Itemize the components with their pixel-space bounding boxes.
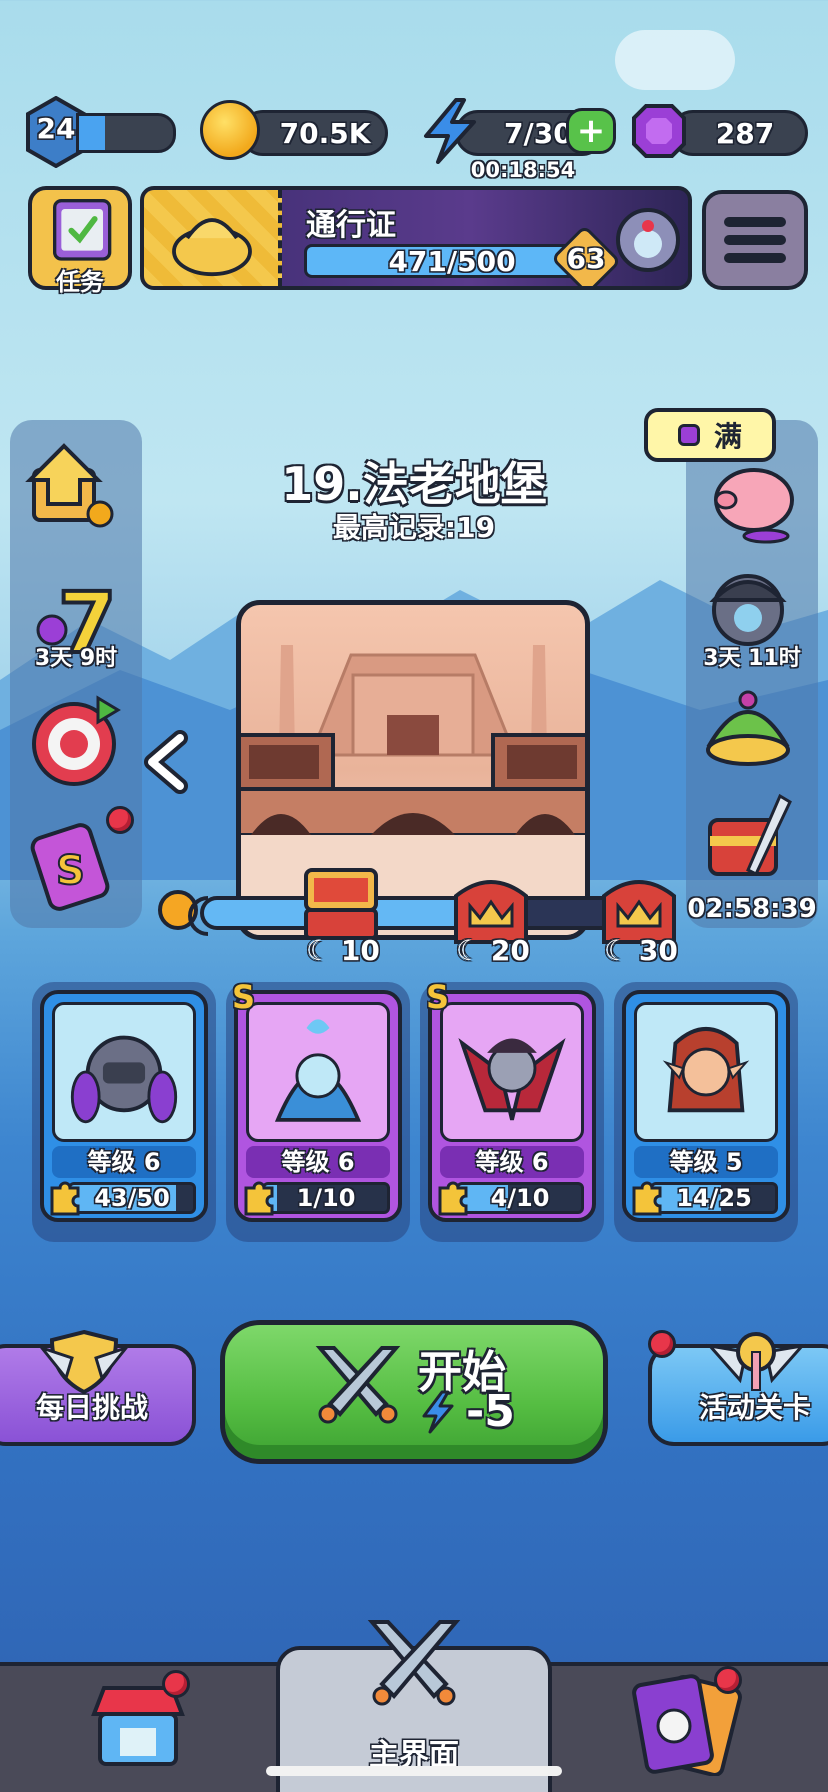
knight-portrait-icon bbox=[616, 208, 680, 272]
stage-record: 最高记录:19 bbox=[332, 511, 496, 544]
treasure-timer: 02:58:39 bbox=[687, 894, 817, 924]
chest-opened-icon[interactable] bbox=[300, 858, 382, 940]
hero-card[interactable]: 等级 6 4/10 bbox=[428, 990, 596, 1222]
hero-level: 等级 6 bbox=[440, 1146, 584, 1178]
xp-bar bbox=[76, 113, 176, 153]
crossed-swords-icon bbox=[367, 1620, 461, 1706]
hero-slot[interactable]: 等级 5 14/25 bbox=[614, 982, 798, 1242]
energy-timer: 00:18:54 bbox=[470, 158, 576, 182]
pass-bag-icon bbox=[172, 218, 252, 277]
coin-amount: 70.5K bbox=[279, 116, 371, 150]
hero-shard-count: 4/10 bbox=[490, 1184, 550, 1212]
chest-threshold-value: 20 bbox=[490, 934, 530, 967]
stage-title: 19.法老地堡 bbox=[281, 457, 547, 511]
chest-threshold: ☾ 30 bbox=[604, 934, 678, 967]
hero-level: 等级 6 bbox=[246, 1146, 390, 1178]
chest-threshold: ☾ 10 bbox=[306, 934, 380, 967]
gem-amount: 287 bbox=[715, 116, 775, 150]
target-icon[interactable] bbox=[26, 694, 122, 790]
stage-card[interactable] bbox=[236, 600, 590, 940]
pirate-event-timer: 3天 11时 bbox=[703, 646, 801, 671]
gem-balance[interactable]: 287 bbox=[670, 110, 808, 156]
hero-slot[interactable]: 等级 6 4/10 bbox=[420, 982, 604, 1242]
hero-card[interactable]: 等级 5 14/25 bbox=[622, 990, 790, 1222]
hero-shard-count: 43/50 bbox=[94, 1184, 170, 1212]
start-button[interactable] bbox=[220, 1320, 608, 1464]
notification-dot bbox=[714, 1666, 742, 1694]
hero-slot[interactable]: 等级 6 43/50 bbox=[32, 982, 216, 1242]
notification-dot bbox=[648, 1330, 676, 1358]
chest-threshold: ☾ 20 bbox=[456, 934, 530, 967]
sun-moon-icon bbox=[158, 890, 209, 936]
pass-title: 通行证 bbox=[306, 208, 396, 243]
menu-button[interactable] bbox=[702, 190, 808, 290]
hero-portrait bbox=[246, 1002, 390, 1142]
puzzle-piece-icon bbox=[244, 1181, 274, 1216]
puzzle-piece-icon bbox=[50, 1181, 80, 1216]
lightning-icon bbox=[424, 98, 476, 164]
crossed-swords-icon bbox=[315, 1346, 401, 1424]
hero-shard-count: 14/25 bbox=[676, 1184, 752, 1212]
gem-icon bbox=[632, 104, 686, 158]
notification-dot bbox=[106, 806, 134, 834]
hero-card[interactable]: 等级 6 43/50 bbox=[40, 990, 208, 1222]
s-card-icon[interactable]: S bbox=[26, 818, 122, 914]
puzzle-piece-icon bbox=[632, 1181, 662, 1216]
pharaoh-temple-image bbox=[241, 645, 585, 935]
chest-threshold-value: 10 bbox=[340, 934, 380, 967]
home-indicator bbox=[266, 1766, 562, 1776]
menu-icon-line bbox=[724, 253, 786, 263]
hero-shard-count: 1/10 bbox=[296, 1184, 356, 1212]
menu-icon-line bbox=[724, 235, 786, 245]
start-energy-cost: -5 bbox=[466, 1386, 515, 1437]
cake-icon[interactable] bbox=[700, 680, 796, 776]
energy-amount: 7/30 bbox=[504, 116, 573, 150]
notification-dot bbox=[162, 1670, 190, 1698]
tasks-label: 任务 bbox=[56, 268, 104, 296]
chevron-left-icon[interactable] bbox=[140, 730, 190, 794]
add-energy-button[interactable]: + bbox=[566, 108, 616, 154]
hero-level: 等级 6 bbox=[52, 1146, 196, 1178]
hero-slot[interactable]: 等级 6 1/10 bbox=[226, 982, 410, 1242]
treasure-sword-icon[interactable] bbox=[700, 790, 796, 886]
vampire-icon bbox=[458, 1038, 566, 1121]
crown-coin-icon bbox=[200, 100, 260, 160]
player-level: 24 bbox=[36, 112, 76, 145]
hero-level: 等级 5 bbox=[634, 1146, 778, 1178]
ice-mage-icon bbox=[274, 1019, 362, 1122]
hero-portrait bbox=[440, 1002, 584, 1142]
lightning-icon bbox=[422, 1390, 454, 1434]
chest-threshold-value: 30 bbox=[638, 934, 678, 967]
hero-grade-badge: S bbox=[232, 978, 256, 1016]
winged-sword-emblem-icon bbox=[706, 1332, 806, 1391]
svg-text:S: S bbox=[56, 848, 85, 894]
armored-knight-icon bbox=[70, 1035, 178, 1124]
battle-pass-banner[interactable]: 通行证 471/500 63 bbox=[140, 186, 692, 290]
hero-card[interactable]: 等级 6 1/10 bbox=[234, 990, 402, 1222]
hero-portrait bbox=[52, 1002, 196, 1142]
seven-day-timer: 3天 9时 bbox=[34, 646, 118, 671]
puzzle-piece-icon bbox=[438, 1181, 468, 1216]
daily-challenge-label: 每日挑战 bbox=[35, 1391, 148, 1424]
gem-small-icon bbox=[677, 424, 700, 446]
menu-icon-line bbox=[724, 217, 786, 227]
event-stage-label: 活动关卡 bbox=[698, 1391, 811, 1424]
coin-balance[interactable]: 70.5K bbox=[240, 110, 388, 156]
cloud bbox=[615, 30, 735, 90]
pass-ticket bbox=[144, 190, 282, 286]
hero-grade-badge: S bbox=[426, 978, 450, 1016]
hero-portrait bbox=[634, 1002, 778, 1142]
elf-druid-icon bbox=[662, 1027, 750, 1113]
